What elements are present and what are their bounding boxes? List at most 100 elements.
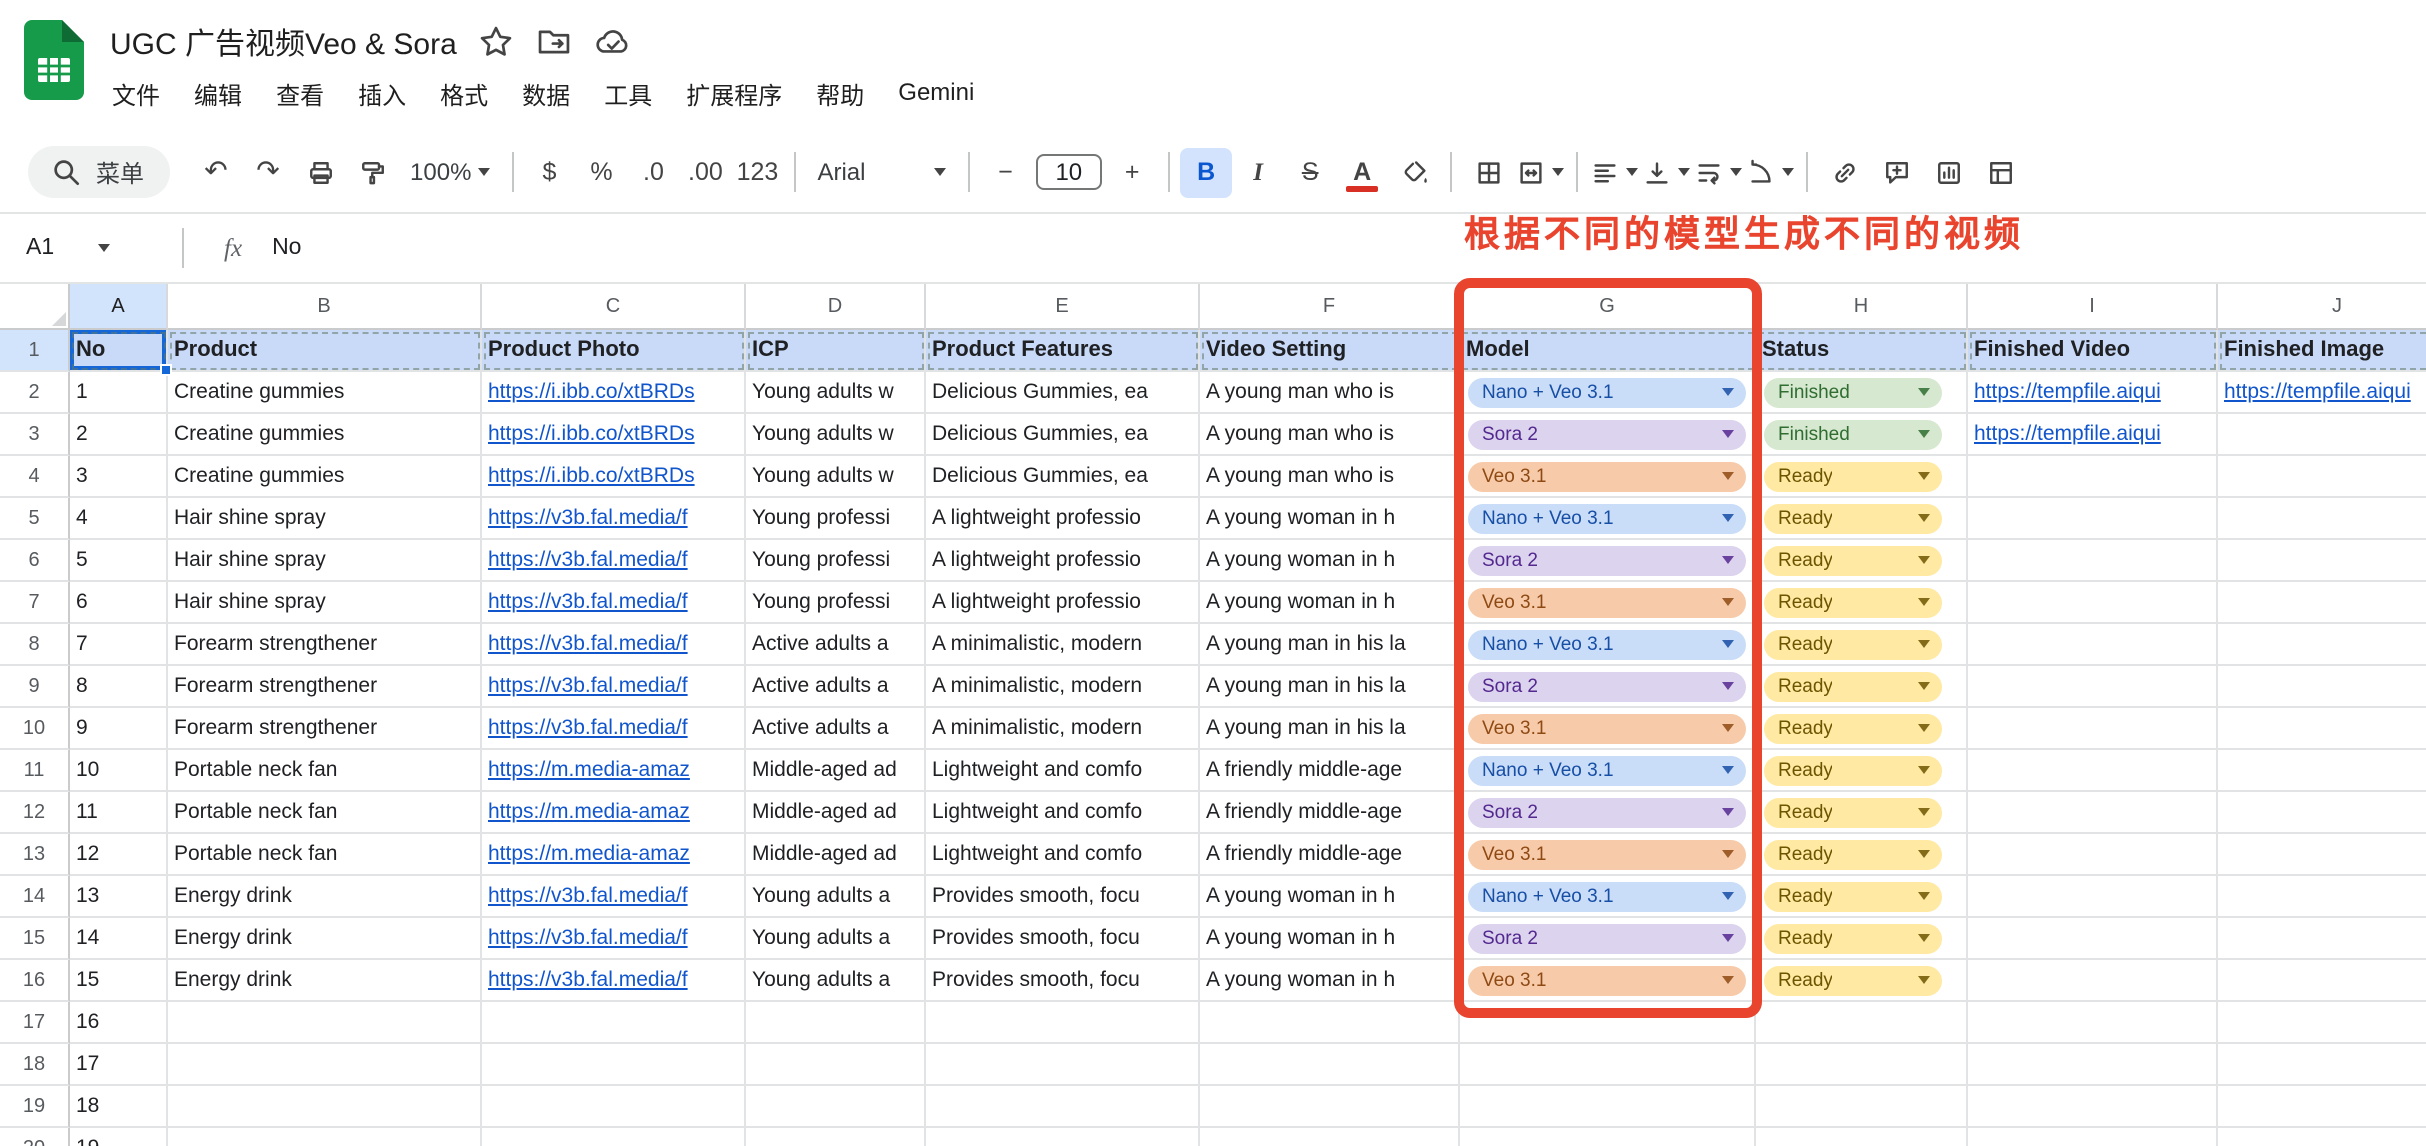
- fill-color-button[interactable]: [1388, 147, 1440, 197]
- status-dropdown-chip[interactable]: Ready: [1764, 923, 1942, 953]
- decrease-font-size-button[interactable]: −: [979, 147, 1031, 197]
- menu-format[interactable]: 格式: [426, 72, 502, 118]
- status-dropdown-chip[interactable]: Ready: [1764, 965, 1942, 995]
- sheets-logo[interactable]: [24, 20, 84, 110]
- model-dropdown-chip[interactable]: Sora 2: [1468, 671, 1746, 701]
- status-dropdown-chip[interactable]: Ready: [1764, 713, 1942, 743]
- vertical-align-button[interactable]: [1640, 147, 1692, 197]
- model-dropdown-chip[interactable]: Sora 2: [1468, 545, 1746, 575]
- header-cell-icp[interactable]: ICP: [746, 330, 926, 372]
- strikethrough-button[interactable]: S: [1284, 147, 1336, 197]
- menu-file[interactable]: 文件: [98, 72, 174, 118]
- italic-button[interactable]: I: [1232, 147, 1284, 197]
- model-dropdown-chip[interactable]: Veo 3.1: [1468, 839, 1746, 869]
- model-dropdown-chip[interactable]: Sora 2: [1468, 797, 1746, 827]
- model-dropdown-chip[interactable]: Veo 3.1: [1468, 461, 1746, 491]
- font-size-input[interactable]: 10: [1035, 154, 1103, 190]
- row-header-16[interactable]: 16: [0, 960, 70, 1002]
- product-photo-link-cell[interactable]: https://v3b.fal.media/f: [482, 708, 746, 750]
- row-header-15[interactable]: 15: [0, 918, 70, 960]
- row-header-3[interactable]: 3: [0, 414, 70, 456]
- product-photo-link-cell[interactable]: https://v3b.fal.media/f: [482, 540, 746, 582]
- column-header-J[interactable]: J: [2218, 284, 2426, 330]
- fill-handle[interactable]: [160, 364, 172, 376]
- status-dropdown-chip[interactable]: Ready: [1764, 881, 1942, 911]
- select-all-button[interactable]: [0, 284, 70, 330]
- column-header-H[interactable]: H: [1756, 284, 1968, 330]
- column-header-C[interactable]: C: [482, 284, 746, 330]
- row-header-18[interactable]: 18: [0, 1044, 70, 1086]
- model-dropdown-chip[interactable]: Nano + Veo 3.1: [1468, 377, 1746, 407]
- menu-help[interactable]: 帮助: [802, 72, 878, 118]
- product-photo-link-cell[interactable]: https://i.ibb.co/xtBRDs: [482, 456, 746, 498]
- product-photo-link-cell[interactable]: https://i.ibb.co/xtBRDs: [482, 414, 746, 456]
- row-header-4[interactable]: 4: [0, 456, 70, 498]
- increase-font-size-button[interactable]: +: [1106, 147, 1158, 197]
- product-photo-link-cell[interactable]: https://v3b.fal.media/f: [482, 582, 746, 624]
- model-dropdown-chip[interactable]: Veo 3.1: [1468, 587, 1746, 617]
- zoom-selector[interactable]: 100%: [398, 147, 501, 197]
- status-dropdown-chip[interactable]: Ready: [1764, 755, 1942, 785]
- model-dropdown-chip[interactable]: Sora 2: [1468, 923, 1746, 953]
- status-dropdown-chip[interactable]: Ready: [1764, 461, 1942, 491]
- row-header-13[interactable]: 13: [0, 834, 70, 876]
- undo-button[interactable]: ↶: [190, 147, 242, 197]
- finished-image-link-cell[interactable]: https://tempfile.aiqui: [2218, 372, 2426, 414]
- redo-button[interactable]: ↷: [242, 147, 294, 197]
- cloud-saved-icon[interactable]: [595, 24, 631, 60]
- status-dropdown-chip[interactable]: Ready: [1764, 629, 1942, 659]
- column-header-I[interactable]: I: [1968, 284, 2218, 330]
- percent-format-button[interactable]: %: [575, 147, 627, 197]
- move-folder-icon[interactable]: [537, 24, 573, 60]
- menu-gemini[interactable]: Gemini: [884, 72, 988, 118]
- header-cell-model[interactable]: Model: [1460, 330, 1756, 372]
- model-dropdown-chip[interactable]: Veo 3.1: [1468, 965, 1746, 995]
- header-cell-product-photo[interactable]: Product Photo: [482, 330, 746, 372]
- star-icon[interactable]: [479, 24, 515, 60]
- header-cell-video-setting[interactable]: Video Setting: [1200, 330, 1460, 372]
- status-dropdown-chip[interactable]: Ready: [1764, 545, 1942, 575]
- borders-button[interactable]: [1462, 147, 1514, 197]
- row-header-2[interactable]: 2: [0, 372, 70, 414]
- formula-input[interactable]: No: [272, 236, 301, 260]
- row-header-6[interactable]: 6: [0, 540, 70, 582]
- model-dropdown-chip[interactable]: Nano + Veo 3.1: [1468, 503, 1746, 533]
- product-photo-link-cell[interactable]: https://i.ibb.co/xtBRDs: [482, 372, 746, 414]
- document-title[interactable]: UGC 广告视频Veo & Sora: [110, 21, 457, 63]
- insert-comment-button[interactable]: [1870, 147, 1922, 197]
- row-header-5[interactable]: 5: [0, 498, 70, 540]
- column-header-D[interactable]: D: [746, 284, 926, 330]
- currency-format-button[interactable]: $: [523, 147, 575, 197]
- product-photo-link-cell[interactable]: https://m.media-amaz: [482, 834, 746, 876]
- status-dropdown-chip[interactable]: Ready: [1764, 797, 1942, 827]
- merge-cells-button[interactable]: [1514, 147, 1566, 197]
- header-cell-finished-video[interactable]: Finished Video: [1968, 330, 2218, 372]
- finished-video-link-cell[interactable]: https://tempfile.aiqui: [1968, 414, 2218, 456]
- menu-data[interactable]: 数据: [508, 72, 584, 118]
- product-photo-link-cell[interactable]: https://m.media-amaz: [482, 750, 746, 792]
- name-box[interactable]: A1: [0, 236, 172, 260]
- product-photo-link-cell[interactable]: https://m.media-amaz: [482, 792, 746, 834]
- row-header-10[interactable]: 10: [0, 708, 70, 750]
- model-dropdown-chip[interactable]: Nano + Veo 3.1: [1468, 881, 1746, 911]
- product-photo-link-cell[interactable]: https://v3b.fal.media/f: [482, 624, 746, 666]
- header-cell-product[interactable]: Product: [168, 330, 482, 372]
- status-dropdown-chip[interactable]: Finished: [1764, 419, 1942, 449]
- text-wrap-button[interactable]: [1692, 147, 1744, 197]
- model-dropdown-chip[interactable]: Nano + Veo 3.1: [1468, 629, 1746, 659]
- header-cell-no[interactable]: No: [70, 330, 172, 376]
- column-header-E[interactable]: E: [926, 284, 1200, 330]
- menu-view[interactable]: 查看: [262, 72, 338, 118]
- status-dropdown-chip[interactable]: Finished: [1764, 377, 1942, 407]
- column-header-F[interactable]: F: [1200, 284, 1460, 330]
- font-selector[interactable]: Arial: [805, 147, 957, 197]
- product-photo-link-cell[interactable]: https://v3b.fal.media/f: [482, 498, 746, 540]
- status-dropdown-chip[interactable]: Ready: [1764, 587, 1942, 617]
- column-header-B[interactable]: B: [168, 284, 482, 330]
- column-header-G[interactable]: G: [1460, 284, 1756, 330]
- row-header-14[interactable]: 14: [0, 876, 70, 918]
- insert-link-button[interactable]: [1818, 147, 1870, 197]
- row-header-7[interactable]: 7: [0, 582, 70, 624]
- product-photo-link-cell[interactable]: https://v3b.fal.media/f: [482, 666, 746, 708]
- status-dropdown-chip[interactable]: Ready: [1764, 503, 1942, 533]
